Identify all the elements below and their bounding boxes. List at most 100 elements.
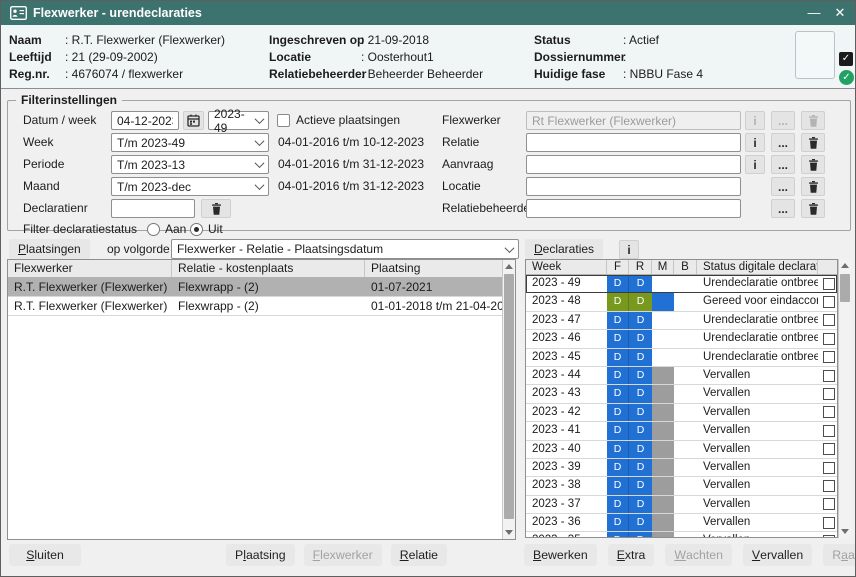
periode-select[interactable]: T/m 2023-13 — [111, 155, 269, 174]
f-cell: D — [607, 293, 629, 310]
info-button-aanvraag[interactable]: i — [745, 155, 765, 174]
column-header-checkbox — [818, 260, 838, 274]
declaraties-scrollbar[interactable] — [838, 259, 851, 538]
row-checkbox[interactable] — [823, 406, 835, 418]
extra-button[interactable]: Extra — [608, 544, 655, 566]
plaatsingen-tab[interactable]: Plaatsingen — [9, 239, 90, 259]
clear-declaratienr-button[interactable] — [201, 199, 231, 218]
row-checkbox[interactable] — [823, 443, 835, 455]
plaatsingen-table-header: FlexwerkerRelatie - kostenplaatsPlaatsin… — [8, 260, 515, 278]
table-row[interactable]: 2023 - 35DDVervallen — [526, 532, 837, 538]
datum-week-label: Datum / week — [23, 111, 96, 130]
scroll-down-icon[interactable] — [503, 526, 515, 539]
week-cell: 2023 - 35 — [526, 532, 607, 538]
row-checkbox[interactable] — [823, 535, 835, 538]
lookup-input-relatie[interactable] — [526, 133, 741, 152]
scroll-up-icon[interactable] — [503, 260, 515, 273]
table-row[interactable]: 2023 - 41DDVervallen — [526, 422, 837, 440]
f-cell: D — [607, 312, 629, 329]
table-row[interactable]: 2023 - 43DDVervallen — [526, 385, 837, 403]
r-cell: D — [629, 275, 652, 292]
weeknr-select[interactable]: 2023-49 — [208, 111, 269, 130]
radio-uit[interactable] — [190, 223, 203, 236]
week-select[interactable]: T/m 2023-49 — [111, 133, 269, 152]
declaraties-table-header: WeekFRMBStatus digitale declaratie — [526, 260, 837, 275]
scrollbar-thumb[interactable] — [504, 274, 514, 519]
close-button[interactable]: ✕ — [825, 1, 855, 25]
sort-order-select[interactable]: Flexwerker - Relatie - Plaatsingsdatum — [171, 239, 519, 259]
row-checkbox[interactable] — [823, 517, 835, 529]
row-checkbox[interactable] — [823, 462, 835, 474]
label-key: E — [617, 548, 625, 562]
table-row[interactable]: 2023 - 44DDVervallen — [526, 367, 837, 385]
checkbox-cell — [818, 330, 838, 347]
table-row[interactable]: R.T. Flexwerker (Flexwerker)Flexwrapp - … — [8, 278, 515, 297]
row-checkbox[interactable] — [823, 351, 835, 363]
radio-aan[interactable] — [147, 223, 160, 236]
row-checkbox[interactable] — [823, 296, 835, 308]
browse-button-relatiebeheerder[interactable]: ... — [771, 199, 795, 218]
plaatsingen-scrollbar[interactable] — [502, 260, 515, 539]
table-row[interactable]: 2023 - 46DDUrendeclaratie ontbreekt — [526, 330, 837, 348]
table-row[interactable]: 2023 - 42DDVervallen — [526, 404, 837, 422]
lookup-input-aanvraag[interactable] — [526, 155, 741, 174]
row-checkbox[interactable] — [823, 388, 835, 400]
declaratienr-input[interactable] — [111, 199, 195, 218]
radio-label-uit: Uit — [208, 220, 223, 239]
row-checkbox[interactable] — [823, 498, 835, 510]
checkbox-cell — [818, 293, 838, 310]
row-checkbox[interactable] — [823, 425, 835, 437]
scroll-up-icon[interactable] — [839, 259, 851, 272]
calendar-button[interactable] — [183, 111, 204, 130]
browse-button-aanvraag[interactable]: ... — [771, 155, 795, 174]
m-cell — [652, 477, 674, 494]
vervallen-button[interactable]: Vervallen — [743, 544, 812, 566]
browse-button-relatie[interactable]: ... — [771, 133, 795, 152]
clear-button-aanvraag[interactable] — [801, 155, 825, 174]
m-cell — [652, 532, 674, 538]
row-checkbox[interactable] — [823, 370, 835, 382]
table-row[interactable]: R.T. Flexwerker (Flexwerker)Flexwrapp - … — [8, 297, 515, 316]
table-row[interactable]: 2023 - 38DDVervallen — [526, 477, 837, 495]
sluiten-button[interactable]: Sluiten — [9, 544, 81, 566]
maand-select[interactable]: T/m 2023-dec — [111, 177, 269, 196]
table-row[interactable]: 2023 - 48DDGereed voor eindaccord... — [526, 293, 837, 311]
row-checkbox[interactable] — [823, 333, 835, 345]
table-row[interactable]: 2023 - 36DDVervallen — [526, 514, 837, 532]
scroll-down-icon[interactable] — [839, 525, 851, 538]
clear-button-relatie[interactable] — [801, 133, 825, 152]
declaraties-info-button[interactable]: i — [619, 240, 639, 259]
row-checkbox[interactable] — [823, 480, 835, 492]
week-cell: 2023 - 48 — [526, 293, 607, 310]
actieve-plaatsingen-checkbox[interactable] — [277, 114, 290, 127]
clear-button-relatiebeheerder[interactable] — [801, 199, 825, 218]
browse-button-locatie[interactable]: ... — [771, 177, 795, 196]
table-row[interactable]: 2023 - 47DDUrendeclaratie ontbreekt — [526, 312, 837, 330]
header-field: Status: Actief — [534, 32, 703, 49]
table-row[interactable]: 2023 - 49DDUrendeclaratie ontbreekt — [526, 275, 837, 293]
clear-button-locatie[interactable] — [801, 177, 825, 196]
date-input[interactable] — [111, 111, 179, 130]
m-cell — [652, 404, 674, 421]
table-row[interactable]: 2023 - 40DDVervallen — [526, 441, 837, 459]
label-post: eclaraties — [543, 242, 594, 256]
table-row[interactable]: 2023 - 39DDVervallen — [526, 459, 837, 477]
row-checkbox[interactable] — [823, 278, 835, 290]
lookup-input-locatie[interactable] — [526, 177, 741, 196]
green-check-icon[interactable]: ✓ — [839, 70, 854, 85]
info-button-relatie[interactable]: i — [745, 133, 765, 152]
bewerken-button[interactable]: Bewerken — [524, 544, 597, 566]
m-cell — [652, 367, 674, 384]
relatie-button[interactable]: Relatie — [391, 544, 447, 566]
plaatsing-button[interactable]: Plaatsing — [226, 544, 295, 566]
week-cell: 2023 - 38 — [526, 477, 607, 494]
m-cell — [652, 293, 674, 310]
declaraties-tab[interactable]: Declaraties — [525, 239, 603, 259]
table-row[interactable]: 2023 - 45DDUrendeclaratie ontbreekt — [526, 349, 837, 367]
status-cell: Urendeclaratie ontbreekt — [697, 330, 818, 347]
scrollbar-thumb[interactable] — [840, 274, 850, 302]
dark-check-icon[interactable]: ✓ — [839, 52, 853, 66]
row-checkbox[interactable] — [823, 314, 835, 326]
table-row[interactable]: 2023 - 37DDVervallen — [526, 496, 837, 514]
lookup-input-relatiebeheerder[interactable] — [526, 199, 741, 218]
